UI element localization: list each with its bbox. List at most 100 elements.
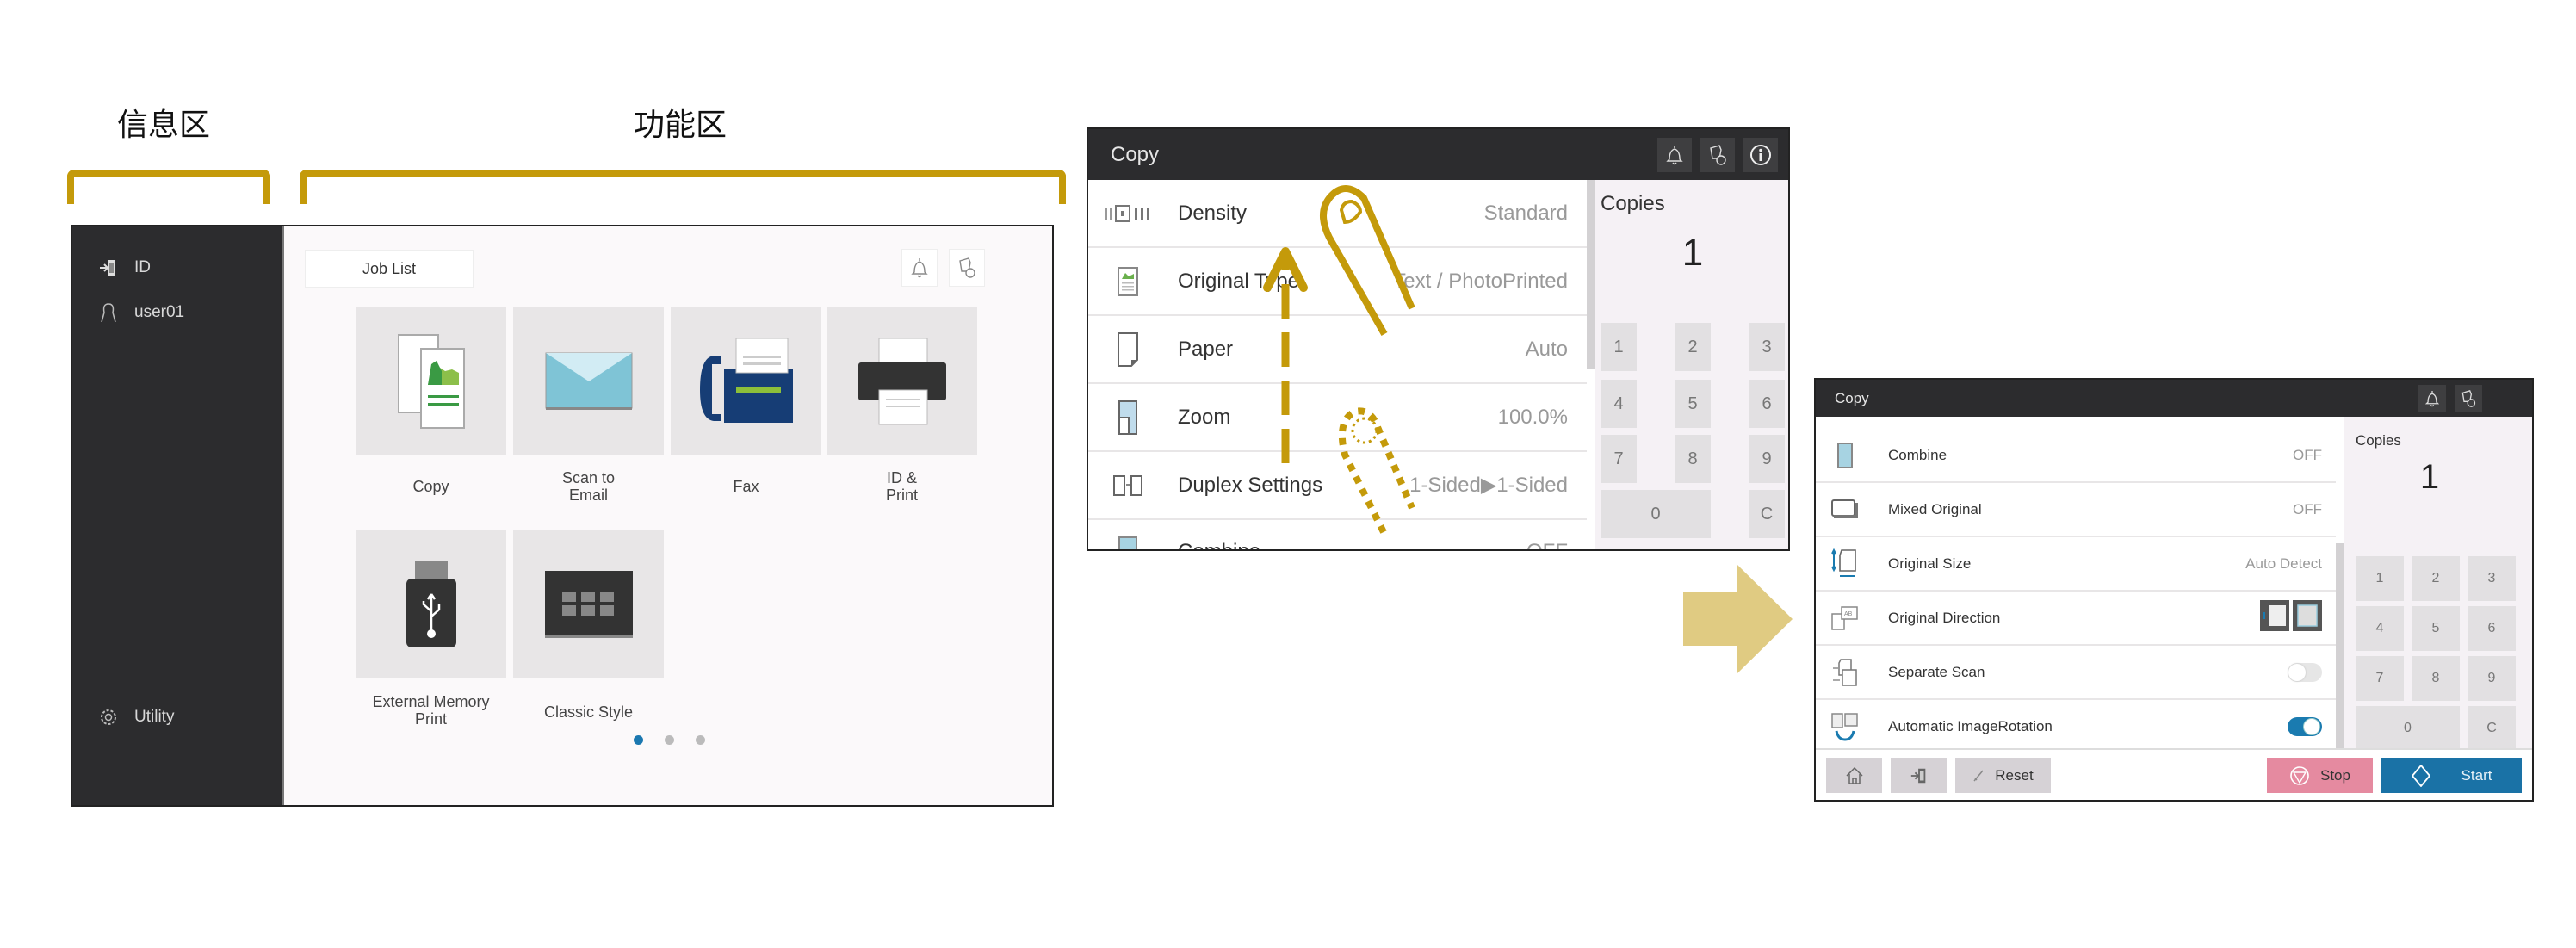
original-type-icon	[1099, 266, 1157, 296]
setting-row-mixed-original[interactable]: Mixed Original OFF	[1816, 483, 2336, 537]
user-item: user01	[98, 302, 184, 323]
function-zone-label: 功能区	[633, 108, 728, 143]
key-3[interactable]: 3	[1749, 323, 1785, 371]
key-2[interactable]: 2	[1675, 323, 1711, 371]
info-button[interactable]	[1743, 137, 1778, 172]
key-8[interactable]: 8	[1675, 435, 1711, 483]
bell-icon	[2424, 390, 2440, 406]
job-status-button[interactable]	[2455, 384, 2482, 412]
key-0[interactable]: 0	[2356, 706, 2460, 751]
separate-scan-toggle[interactable]	[2288, 662, 2322, 682]
key-3[interactable]: 3	[2468, 556, 2516, 601]
settings-scrollbar[interactable]	[1587, 180, 1595, 369]
setting-label: Paper	[1178, 337, 1234, 361]
setting-label: Original Direction	[1888, 609, 2001, 626]
svg-text:AB: AB	[1844, 611, 1853, 617]
start-label: Start	[2461, 766, 2492, 784]
copies-panel: Copies 1 1 2 3 4 5 6 7 8 9 0 C	[1595, 180, 1788, 549]
copy-tile[interactable]	[356, 307, 506, 455]
stop-button[interactable]: Stop	[2267, 758, 2373, 793]
key-8[interactable]: 8	[2412, 656, 2460, 701]
key-4[interactable]: 4	[1601, 380, 1637, 428]
setting-row-zoom[interactable]: Zoom 100.0%	[1088, 384, 1587, 452]
key-9[interactable]: 9	[2468, 656, 2516, 701]
key-0[interactable]: 0	[1601, 490, 1711, 538]
info-icon	[1750, 144, 1771, 165]
fax-icon	[699, 338, 793, 423]
setting-value: 100.0%	[1497, 405, 1568, 429]
setting-label: Mixed Original	[1888, 500, 1982, 517]
key-clear[interactable]: C	[1749, 490, 1785, 538]
logout-icon	[1910, 768, 1925, 783]
info-zone-label: 信息区	[116, 108, 211, 143]
setting-row-duplex[interactable]: Duplex Settings 1-Sided▶1-Sided	[1088, 452, 1587, 520]
reset-button[interactable]: Reset	[1955, 758, 2051, 793]
setting-row-original-direction[interactable]: AB Original Direction	[1816, 592, 2336, 646]
page-dot-1[interactable]	[634, 735, 643, 745]
density-icon	[1099, 204, 1157, 223]
function-zone-bracket	[300, 170, 1066, 204]
notification-button[interactable]	[901, 249, 938, 287]
setting-label: Duplex Settings	[1178, 473, 1323, 497]
key-5[interactable]: 5	[1675, 380, 1711, 428]
key-7[interactable]: 7	[2356, 656, 2404, 701]
notification-button[interactable]	[1657, 137, 1692, 172]
key-6[interactable]: 6	[2468, 606, 2516, 651]
copy-header: Copy	[1816, 380, 2532, 417]
id-print-tile[interactable]	[827, 307, 977, 455]
key-5[interactable]: 5	[2412, 606, 2460, 651]
classic-style-tile-label: Classic Style	[543, 703, 634, 721]
utility-label: Utility	[134, 708, 175, 726]
logout-button[interactable]	[1891, 758, 1947, 793]
scan-to-email-tile[interactable]	[513, 307, 664, 455]
key-1[interactable]: 1	[2356, 556, 2404, 601]
scan-to-email-tile-label: Scan to Email	[561, 469, 616, 504]
copy-screen-scrolled: Copy Combine OFF Mixed Original OFF Orig…	[1814, 378, 2534, 802]
setting-row-original-type[interactable]: Original Type Text / PhotoPrinted	[1088, 248, 1587, 316]
usb-icon	[406, 561, 456, 647]
setting-value: Auto Detect	[2245, 555, 2322, 572]
copy-title: Copy	[1111, 142, 1160, 166]
id-label: ID	[134, 258, 151, 276]
settings-scrollbar[interactable]	[2336, 543, 2344, 753]
classic-style-tile[interactable]	[513, 530, 664, 678]
fax-tile-label: Fax	[733, 478, 759, 495]
utility-item[interactable]: Utility	[98, 707, 174, 728]
settings-list[interactable]: Density Standard Original Type Text / Ph…	[1088, 180, 1587, 549]
home-button[interactable]	[1826, 758, 1882, 793]
setting-row-separate-scan[interactable]: Separate Scan	[1816, 646, 2336, 700]
home-screen: ID user01 Utility Job List Copy Scan to …	[71, 225, 1054, 807]
job-status-button[interactable]	[949, 249, 985, 287]
external-memory-print-tile[interactable]	[356, 530, 506, 678]
fax-tile[interactable]	[671, 307, 821, 455]
copies-label: Copies	[2356, 432, 2401, 449]
key-6[interactable]: 6	[1749, 380, 1785, 428]
setting-row-density[interactable]: Density Standard	[1088, 180, 1587, 248]
page-dot-3[interactable]	[696, 735, 705, 745]
key-2[interactable]: 2	[2412, 556, 2460, 601]
job-status-button[interactable]	[1700, 137, 1735, 172]
settings-list[interactable]: Combine OFF Mixed Original OFF Original …	[1816, 429, 2336, 754]
page-dot-2[interactable]	[665, 735, 674, 745]
setting-label: Separate Scan	[1888, 663, 1985, 680]
setting-value: Auto	[1525, 337, 1568, 361]
key-4[interactable]: 4	[2356, 606, 2404, 651]
direction-options[interactable]	[2260, 600, 2322, 635]
separate-scan-icon	[1826, 658, 1864, 687]
copies-value: 1	[1681, 232, 1704, 274]
copy-header: Copy	[1088, 129, 1788, 180]
key-9[interactable]: 9	[1749, 435, 1785, 483]
key-7[interactable]: 7	[1601, 435, 1637, 483]
setting-row-combine[interactable]: Combine OFF	[1088, 518, 1587, 549]
auto-rotation-toggle[interactable]	[2288, 716, 2322, 736]
notification-button[interactable]	[2418, 384, 2446, 412]
setting-row-auto-rotation[interactable]: Automatic ImageRotation	[1816, 700, 2336, 754]
setting-row-combine[interactable]: Combine OFF	[1816, 429, 2336, 483]
id-login-item[interactable]: ID	[98, 257, 151, 278]
job-list-button[interactable]: Job List	[305, 250, 474, 288]
setting-row-paper[interactable]: Paper Auto	[1088, 316, 1587, 384]
start-button[interactable]: Start	[2381, 758, 2522, 793]
key-clear[interactable]: C	[2468, 706, 2516, 751]
key-1[interactable]: 1	[1601, 323, 1637, 371]
setting-row-original-size[interactable]: Original Size Auto Detect	[1816, 537, 2336, 592]
